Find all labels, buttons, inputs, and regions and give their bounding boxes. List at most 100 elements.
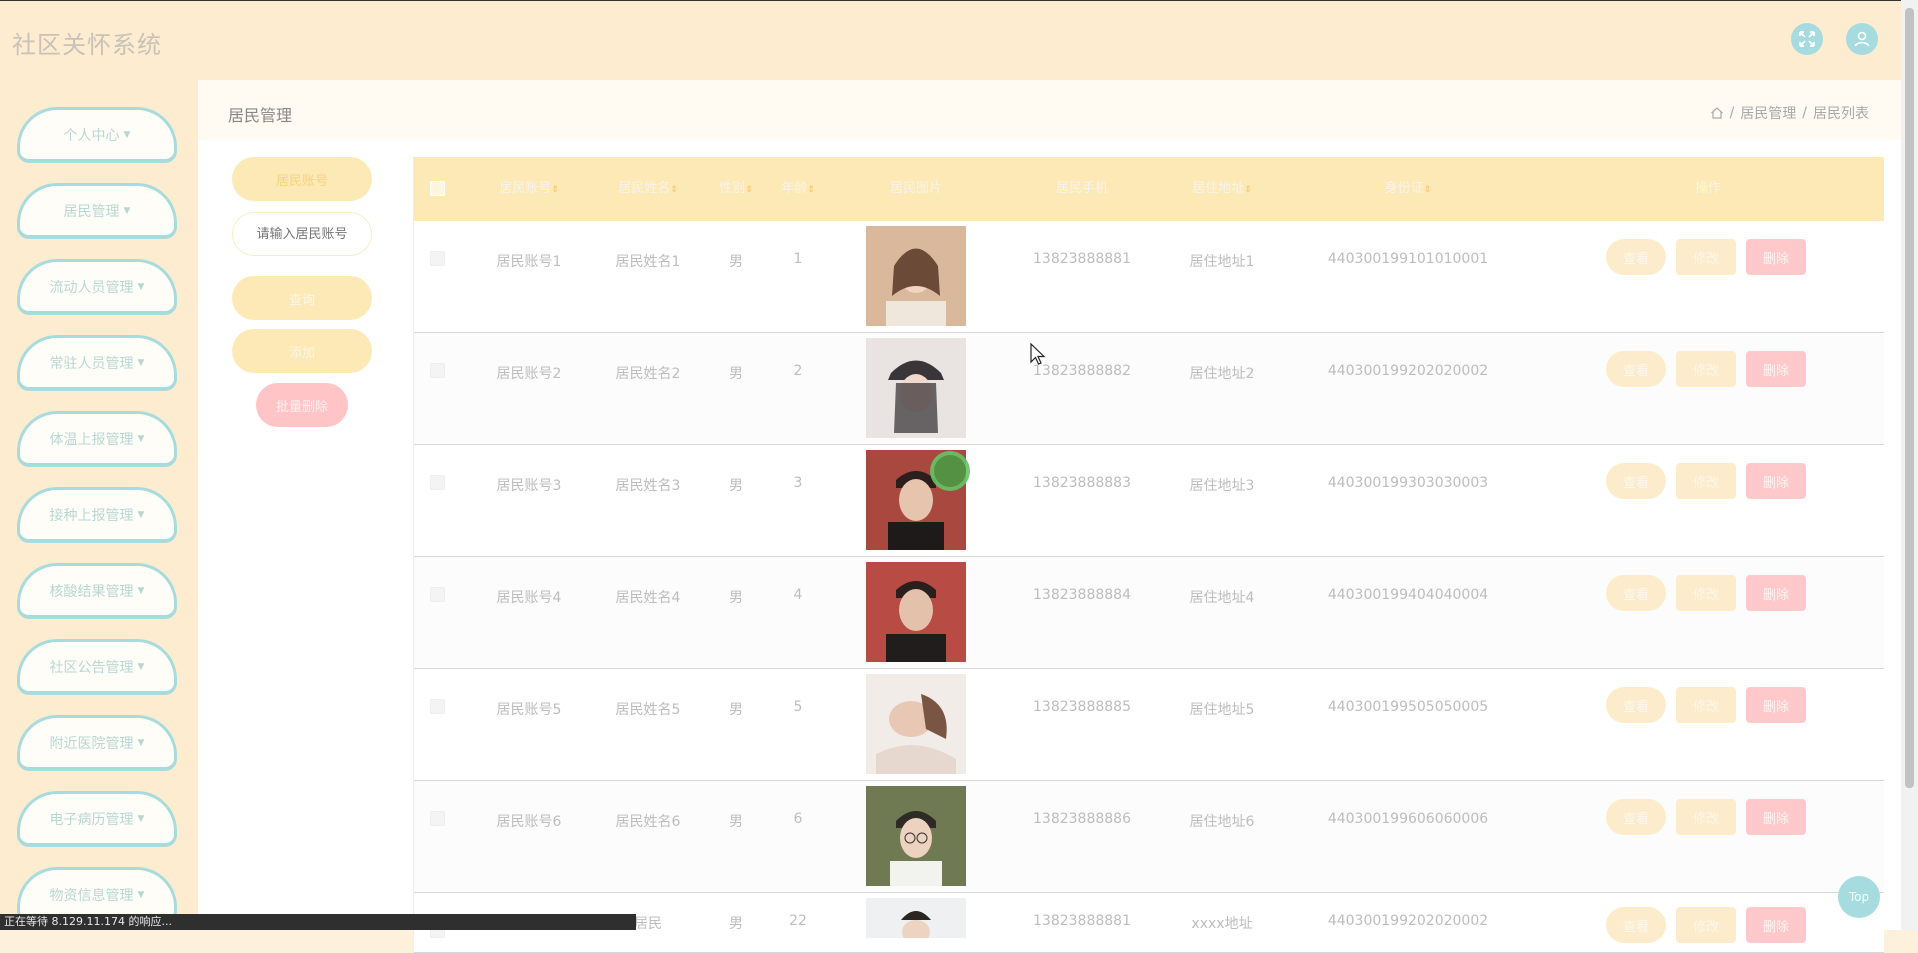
resident-photo [866,226,966,326]
row-checkbox[interactable] [430,811,445,826]
search-input[interactable] [232,212,372,256]
browser-status-bar: 正在等待 8.129.11.174 的响应... [0,914,636,930]
row-checkbox[interactable] [430,251,445,266]
resident-photo [866,338,966,438]
cell-account: 居民账号3 [496,478,562,494]
cell-id-card: 440300199505050005 [1327,699,1489,715]
breadcrumb-item[interactable]: 居民管理 [1740,103,1796,123]
add-button[interactable]: 添加 [232,329,372,373]
delete-button[interactable]: 删除 [1746,351,1806,387]
table-row: 居民账号6 居民姓名6 男 6 13823888886 居住地址6 440300… [414,781,1884,893]
home-icon[interactable] [1710,106,1724,120]
chevron-down-icon: ▼ [137,357,145,368]
sidebar-item-label: 附近医院管理 [49,735,134,752]
sidebar-item-community-notice[interactable]: 社区公告管理 ▼ [17,639,177,695]
cell-address: 居住地址5 [1189,702,1255,718]
sidebar-item-vaccination-report[interactable]: 接种上报管理 ▼ [17,487,177,543]
chevron-down-icon: ▼ [137,889,145,900]
cell-address: 居住地址3 [1189,478,1255,494]
breadcrumb-separator: / [1802,105,1807,121]
edit-button[interactable]: 修改 [1676,907,1736,943]
edit-button[interactable]: 修改 [1676,239,1736,275]
sidebar-item-label: 流动人员管理 [49,279,134,296]
sort-icon: ⇕ [1423,185,1432,195]
row-checkbox[interactable] [430,587,445,602]
sidebar-item-nucleic-acid[interactable]: 核酸结果管理 ▼ [17,563,177,619]
column-header[interactable]: 年龄⇕ [781,157,815,221]
table-header: 居民账号⇕ 居民姓名⇕ 性别⇕ 年龄⇕ 居民图片 居民手机 居住地址⇕ 身份证⇕… [414,157,1884,221]
chevron-down-icon: ▼ [137,433,145,444]
scroll-thumb[interactable] [1905,8,1914,788]
cell-age: 1 [793,251,803,267]
column-header[interactable]: 身份证⇕ [1385,157,1432,221]
batch-delete-button[interactable]: 批量删除 [256,383,348,427]
select-all-checkbox[interactable] [430,181,445,196]
resident-photo [866,898,966,938]
sort-icon: ⇕ [670,185,678,195]
view-button[interactable]: 查看 [1606,799,1666,835]
view-button[interactable]: 查看 [1606,907,1666,943]
view-button[interactable]: 查看 [1606,687,1666,723]
resident-photo [866,674,966,774]
view-button[interactable]: 查看 [1606,239,1666,275]
row-checkbox[interactable] [430,699,445,714]
column-header: 居民手机 [1055,181,1109,196]
cell-age: 2 [793,363,803,379]
column-header[interactable]: 性别⇕ [719,157,753,221]
fullscreen-button[interactable] [1791,23,1823,55]
edit-button[interactable]: 修改 [1676,463,1736,499]
delete-button[interactable]: 删除 [1746,799,1806,835]
column-header[interactable]: 居民姓名⇕ [618,157,678,221]
sidebar-item-resident-management[interactable]: 居民管理 ▼ [17,183,177,239]
view-button[interactable]: 查看 [1606,351,1666,387]
cell-phone: 13823888883 [1033,475,1131,491]
cell-id-card: 440300199101010001 [1327,251,1489,267]
cell-account: 居民账号2 [496,366,562,382]
delete-button[interactable]: 删除 [1746,687,1806,723]
edit-button[interactable]: 修改 [1676,351,1736,387]
sidebar-item-personal-center[interactable]: 个人中心 ▼ [17,107,177,163]
sidebar-item-label: 接种上报管理 [49,507,134,524]
delete-button[interactable]: 删除 [1746,575,1806,611]
query-button[interactable]: 查询 [232,276,372,320]
cell-phone: 13823888882 [1033,363,1131,379]
row-checkbox[interactable] [430,363,445,378]
row-checkbox[interactable] [430,475,445,490]
view-button[interactable]: 查看 [1606,575,1666,611]
cell-gender: 男 [729,590,743,606]
column-header[interactable]: 居住地址⇕ [1192,157,1252,221]
edit-button[interactable]: 修改 [1676,687,1736,723]
view-button[interactable]: 查看 [1606,463,1666,499]
sidebar-item-temperature-report[interactable]: 体温上报管理 ▼ [17,411,177,467]
cell-gender: 男 [729,916,743,932]
sidebar-item-label: 电子病历管理 [49,811,134,828]
sidebar-item-floating-personnel[interactable]: 流动人员管理 ▼ [17,259,177,315]
table-row: 居民账号3 居民姓名3 男 3 13823888883 居住地址3 440300… [414,445,1884,557]
cell-name: 居民姓名2 [615,366,681,382]
column-header[interactable]: 居民账号⇕ [499,157,559,221]
chevron-down-icon: ▼ [123,129,131,140]
search-label: 居民账号 [232,157,372,201]
delete-button[interactable]: 删除 [1746,239,1806,275]
sidebar-item-label: 居民管理 [63,203,120,220]
cell-account: 居民账号6 [496,814,562,830]
page-scrollbar[interactable] [1901,0,1918,930]
delete-button[interactable]: 删除 [1746,907,1806,943]
cell-phone: 13823888885 [1033,699,1131,715]
chevron-down-icon: ▼ [137,737,145,748]
chevron-down-icon: ▼ [137,281,145,292]
sidebar-item-nearby-hospital[interactable]: 附近医院管理 ▼ [17,715,177,771]
cell-address: 居住地址2 [1189,366,1255,382]
user-button[interactable] [1846,23,1878,55]
sidebar-item-resident-personnel[interactable]: 常驻人员管理 ▼ [17,335,177,391]
table-row: 居民账号1 居民姓名1 男 1 13823888881 居住地址1 440300… [414,221,1884,333]
edit-button[interactable]: 修改 [1676,575,1736,611]
sidebar-item-medical-records[interactable]: 电子病历管理 ▼ [17,791,177,847]
sidebar-item-label: 常驻人员管理 [49,355,134,372]
cell-phone: 13823888884 [1033,587,1131,603]
edit-button[interactable]: 修改 [1676,799,1736,835]
back-to-top-button[interactable]: Top [1838,876,1880,918]
sidebar-item-label: 社区公告管理 [49,659,134,676]
delete-button[interactable]: 删除 [1746,463,1806,499]
cell-phone: 13823888881 [1033,251,1131,267]
